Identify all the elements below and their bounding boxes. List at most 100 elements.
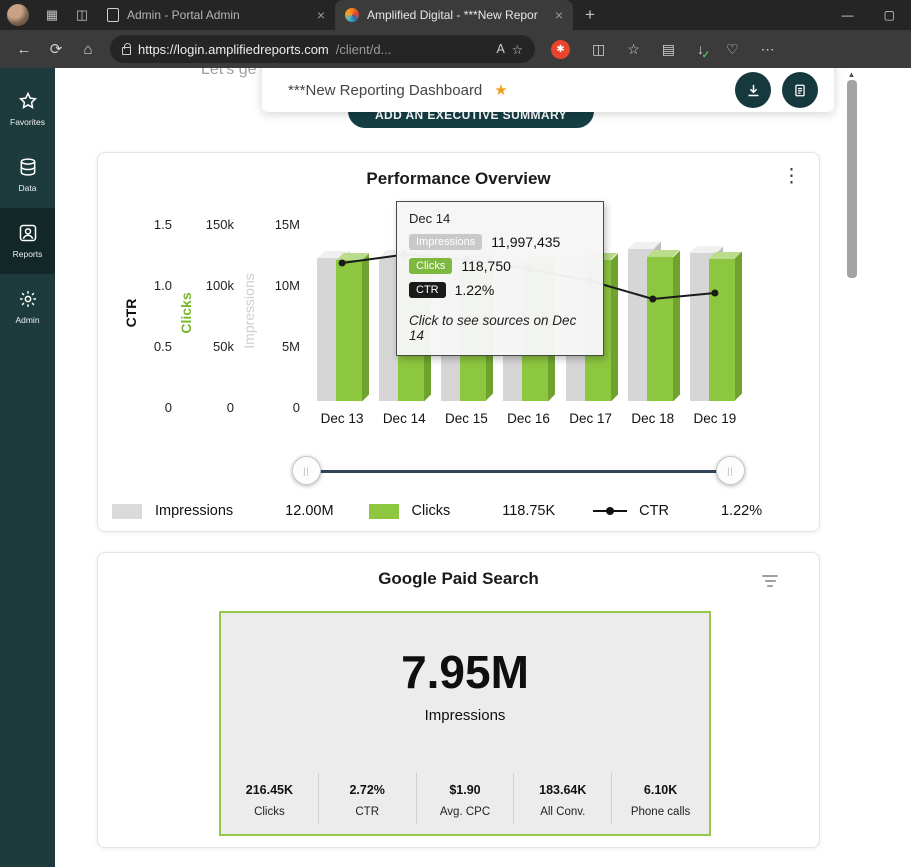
x-axis-labels: Dec 13Dec 14Dec 15Dec 16Dec 17Dec 18Dec … xyxy=(311,411,746,429)
metric-ctr[interactable]: 2.72% CTR xyxy=(318,773,416,824)
kebab-menu-icon[interactable]: ⋮ xyxy=(782,165,801,188)
axis-tick: 10M xyxy=(275,278,300,293)
favorite-dashboard-star-icon[interactable]: ★ xyxy=(494,81,507,99)
page-scrollbar[interactable]: ▲ xyxy=(845,68,858,867)
home-icon[interactable]: ⌂ xyxy=(74,36,102,62)
metric-value: 183.64K xyxy=(514,783,611,797)
sidebar-item-label: Reports xyxy=(13,249,43,259)
workspaces-icon[interactable]: ▦ xyxy=(37,7,67,23)
axis-tick: 100k xyxy=(206,278,234,293)
collections-icon[interactable]: ▤ xyxy=(662,41,675,58)
clicks-swatch-icon xyxy=(369,504,399,519)
range-slider-handle-left[interactable]: || xyxy=(292,456,321,485)
extension-icon[interactable]: ✱ xyxy=(551,40,570,59)
read-aloud-icon[interactable]: A xyxy=(496,42,504,56)
tab-title: Admin - Portal Admin xyxy=(127,8,309,22)
ctr-value: 1.22% xyxy=(455,282,495,298)
address-bar[interactable]: https://login.amplifiedreports.com /clie… xyxy=(110,35,535,63)
dashboard-header-card: ***New Reporting Dashboard ★ xyxy=(262,68,834,112)
download-icon xyxy=(746,83,761,98)
favorites-bar-icon[interactable]: ☆ xyxy=(627,41,640,58)
impressions-axis-ticks: 15M10M5M0 xyxy=(254,217,300,415)
axis-tick: 0 xyxy=(227,400,234,415)
new-tab-button[interactable]: + xyxy=(585,5,595,25)
sidebar-item-label: Favorites xyxy=(10,117,45,127)
tab-title: Amplified Digital - ***New Repor xyxy=(367,8,547,22)
legend-impressions[interactable]: Impressions 12.00M xyxy=(112,503,334,519)
ctr-line-swatch-icon xyxy=(593,510,627,512)
metric-all-conv[interactable]: 183.64K All Conv. xyxy=(513,773,611,824)
metric-value: 216.45K xyxy=(221,783,318,797)
app-sidebar: Favorites Data Reports Admin xyxy=(0,68,55,867)
card-title: Google Paid Search xyxy=(98,569,819,589)
impressions-metric-box[interactable]: 7.95M Impressions 216.45K Clicks 2.72% C… xyxy=(219,611,711,836)
refresh-icon[interactable]: ⟳ xyxy=(42,36,70,62)
metric-value: $1.90 xyxy=(417,783,514,797)
close-tab-icon[interactable]: × xyxy=(317,7,325,23)
range-slider-handle-right[interactable]: || xyxy=(716,456,745,485)
sidebar-item-admin[interactable]: Admin xyxy=(0,274,55,340)
gear-icon xyxy=(18,289,38,309)
legend-label: CTR xyxy=(639,503,669,519)
downloads-icon[interactable]: ↓ ✓ xyxy=(697,41,704,57)
profile-avatar[interactable] xyxy=(7,4,29,26)
browser-essentials-icon[interactable]: ♡ xyxy=(726,41,739,58)
axis-tick: 0.5 xyxy=(154,339,172,354)
metric-value: 6.10K xyxy=(612,783,709,797)
download-report-button[interactable] xyxy=(735,72,771,108)
axis-tick: 150k xyxy=(206,217,234,232)
maximize-button[interactable]: ▢ xyxy=(884,8,895,22)
metric-value: 2.72% xyxy=(319,783,416,797)
legend-clicks[interactable]: Clicks 118.75K xyxy=(369,503,556,519)
legend-ctr[interactable]: CTR 1.22% xyxy=(593,503,762,519)
legend-value: 12.00M xyxy=(285,503,333,519)
tab-amplified-digital[interactable]: Amplified Digital - ***New Repor × xyxy=(335,0,573,30)
document-icon xyxy=(793,83,807,98)
metric-label: Clicks xyxy=(221,806,318,818)
document-report-button[interactable] xyxy=(782,72,818,108)
dashboard-title: ***New Reporting Dashboard xyxy=(288,82,482,99)
metric-row: 216.45K Clicks 2.72% CTR $1.90 Avg. CPC … xyxy=(221,773,709,824)
metric-avg-cpc[interactable]: $1.90 Avg. CPC xyxy=(416,773,514,824)
browser-titlebar: ▦ ◫ Admin - Portal Admin × Amplified Dig… xyxy=(0,0,911,30)
scrollbar-thumb[interactable] xyxy=(847,80,857,278)
tooltip-note: Click to see sources on Dec 14 xyxy=(409,313,591,343)
x-axis-label: Dec 14 xyxy=(373,411,435,426)
x-axis-label: Dec 15 xyxy=(435,411,497,426)
filter-icon[interactable] xyxy=(761,575,779,587)
impressions-value: 11,997,435 xyxy=(491,234,560,250)
metric-phone-calls[interactable]: 6.10K Phone calls xyxy=(611,773,709,824)
ctr-axis-ticks: 1.51.00.50 xyxy=(134,217,172,415)
metric-label: CTR xyxy=(319,806,416,818)
favorite-star-icon[interactable]: ☆ xyxy=(512,42,523,57)
tab-actions-icon[interactable]: ◫ xyxy=(67,7,97,23)
impressions-chip: Impressions xyxy=(409,234,482,250)
star-icon xyxy=(18,91,38,111)
legend-value: 118.75K xyxy=(502,503,555,519)
impressions-big-value: 7.95M xyxy=(221,645,709,699)
tab-admin-portal[interactable]: Admin - Portal Admin × xyxy=(97,0,335,30)
sidebar-item-reports[interactable]: Reports xyxy=(0,208,55,274)
clicks-value: 118,750 xyxy=(461,258,511,274)
sidebar-item-data[interactable]: Data xyxy=(0,142,55,208)
legend-label: Impressions xyxy=(155,503,233,519)
dashboard-page: Let's ge ***New Reporting Dashboard ★ AD… xyxy=(55,68,911,867)
scrollbar-up-icon[interactable]: ▲ xyxy=(845,68,858,79)
x-axis-label: Dec 13 xyxy=(311,411,373,426)
sidebar-item-label: Admin xyxy=(15,315,39,325)
chart-tooltip[interactable]: Dec 14 Impressions 11,997,435 Clicks 118… xyxy=(396,201,604,356)
split-screen-icon[interactable]: ◫ xyxy=(592,41,605,58)
database-icon xyxy=(18,157,38,177)
range-slider-track[interactable] xyxy=(319,470,731,473)
axis-tick: 50k xyxy=(213,339,234,354)
settings-more-icon[interactable]: ⋯ xyxy=(761,41,775,58)
minimize-button[interactable]: — xyxy=(842,8,854,22)
tooltip-date: Dec 14 xyxy=(409,211,591,226)
metric-clicks[interactable]: 216.45K Clicks xyxy=(221,773,318,824)
back-icon[interactable]: ← xyxy=(10,36,38,62)
close-tab-icon[interactable]: × xyxy=(555,7,563,23)
x-axis-label: Dec 19 xyxy=(684,411,746,426)
sidebar-item-favorites[interactable]: Favorites xyxy=(0,76,55,142)
download-check-icon: ✓ xyxy=(702,50,710,61)
metric-label: All Conv. xyxy=(514,806,611,818)
